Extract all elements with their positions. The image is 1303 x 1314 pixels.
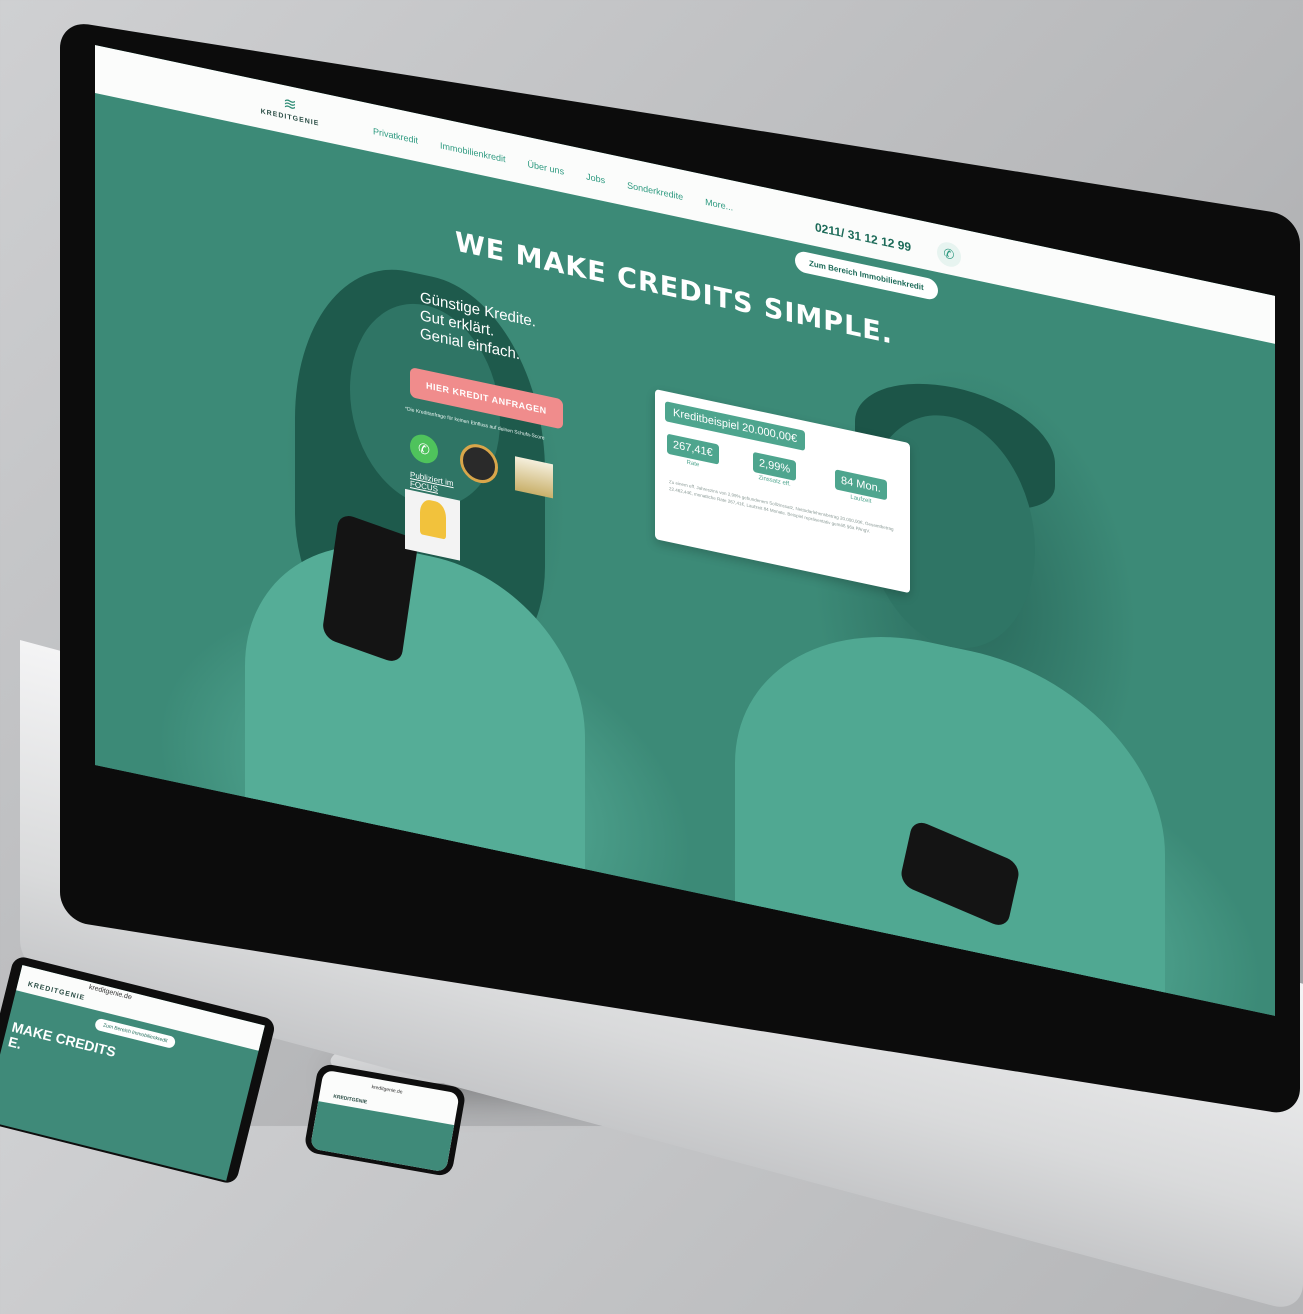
nav-item-immobilienkredit[interactable]: Immobilienkredit — [440, 140, 506, 164]
press-thumbnail[interactable] — [405, 488, 460, 561]
nav-item-privatkredit[interactable]: Privatkredit — [373, 126, 418, 146]
phone-icon[interactable]: ✆ — [937, 239, 961, 270]
nav-item-ueber-uns[interactable]: Über uns — [528, 159, 565, 177]
tablet-url-bar[interactable]: kreditgenie.de — [88, 984, 132, 1001]
stat-zinssatz: 2,99% Zinssatz eff. — [753, 451, 797, 489]
site-logo[interactable]: ≋ KREDITGENIE — [255, 87, 325, 129]
stat-laufzeit: 84 Mon. Laufzeit — [835, 469, 887, 508]
tablet-logo[interactable]: KREDITGENIE — [27, 981, 86, 1002]
imac-mockup: ≋ KREDITGENIE Privatkredit Immobilienkre… — [0, 0, 1303, 1314]
mobile-hero — [309, 1101, 455, 1173]
mobile-screen: kreditgenie.de KREDITGENIE — [309, 1069, 460, 1173]
phone-number-link[interactable]: 0211/ 31 12 12 99 — [815, 220, 911, 254]
mobile-url-bar[interactable]: kreditgenie.de — [371, 1084, 403, 1095]
nav-item-more[interactable]: More... — [705, 197, 733, 213]
nav-item-jobs[interactable]: Jobs — [586, 171, 605, 185]
stat-rate: 267,41€ Rate — [667, 433, 719, 473]
nav-item-sonderkredite[interactable]: Sonderkredite — [627, 180, 683, 202]
